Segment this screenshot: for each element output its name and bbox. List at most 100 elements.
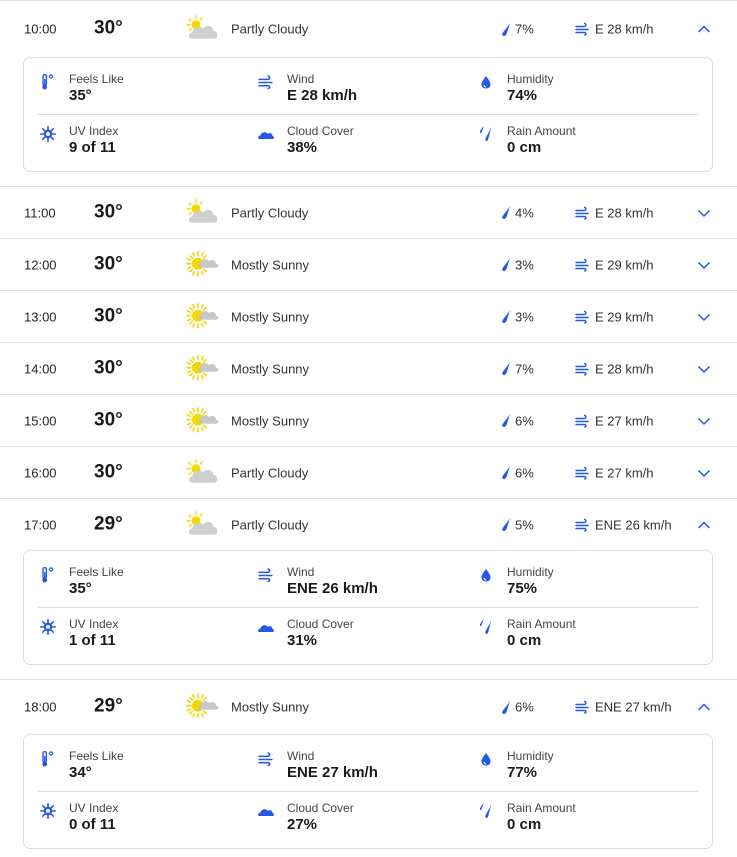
detail-value: 35° (69, 87, 92, 104)
detail-label: Wind (287, 565, 315, 579)
chevron-down-icon[interactable] (697, 312, 711, 322)
detail-rain-amount: Rain Amount 0 cm (478, 801, 678, 841)
detail-value: 0 cm (507, 632, 542, 649)
precipitation-value: 5% (515, 517, 534, 532)
wind-value: E 29 km/h (595, 309, 654, 324)
wind-summary: E 28 km/h (575, 361, 654, 376)
hour-row-toggle[interactable]: 16:00 30° Partly Cloudy 6% E 27 km/h (0, 447, 737, 498)
precipitation-chance: 7% (501, 22, 534, 37)
detail-value: ENE 27 km/h (287, 764, 378, 781)
detail-value: 75% (507, 580, 538, 597)
raindrop-icon (501, 518, 511, 532)
chevron-up-icon[interactable] (697, 24, 711, 34)
detail-label: Humidity (507, 749, 554, 763)
hour-row-toggle[interactable]: 15:00 30° Mostly Sunny 6% E 27 km/h (0, 395, 737, 446)
detail-humidity: Humidity 77% (478, 749, 678, 789)
wind-icon (575, 23, 590, 36)
hour-item-1400: 14:00 30° Mostly Sunny 7% E 28 km/h (0, 343, 737, 395)
hour-details-panel: Feels Like 35° Wind E 28 km/h Humidity 7… (23, 57, 713, 172)
detail-label: UV Index (69, 617, 119, 631)
wind-icon (575, 362, 590, 375)
raindrop-icon (501, 700, 511, 714)
mostly-sunny-icon (186, 302, 220, 328)
detail-uv-index: UV Index 1 of 11 (40, 617, 240, 657)
thermometer-icon (40, 74, 56, 90)
partly-cloudy-icon (186, 510, 220, 536)
rain-icon (478, 619, 494, 635)
hour-row-toggle[interactable]: 12:00 30° Mostly Sunny 3% E 29 km/h (0, 239, 737, 290)
detail-label: Feels Like (69, 565, 124, 579)
chevron-down-icon[interactable] (697, 260, 711, 270)
hour-temperature: 30° (94, 409, 123, 431)
wind-value: E 28 km/h (595, 361, 654, 376)
hour-temperature: 30° (94, 305, 123, 327)
detail-label: Feels Like (69, 72, 124, 86)
raindrop-icon (501, 258, 511, 272)
hour-details-panel: Feels Like 34° Wind ENE 27 km/h Humidity… (23, 734, 713, 849)
hour-condition: Partly Cloudy (231, 465, 309, 480)
chevron-down-icon[interactable] (697, 416, 711, 426)
wind-summary: E 27 km/h (575, 413, 654, 428)
thermometer-icon (40, 567, 56, 583)
detail-value: 35° (69, 580, 92, 597)
wind-summary: E 29 km/h (575, 309, 654, 324)
detail-cloud-cover: Cloud Cover 38% (258, 124, 458, 164)
wind-value: ENE 26 km/h (595, 517, 672, 532)
hour-row-toggle[interactable]: 13:00 30° Mostly Sunny 3% E 29 km/h (0, 291, 737, 342)
wind-value: E 29 km/h (595, 257, 654, 272)
precipitation-chance: 3% (501, 257, 534, 272)
precipitation-value: 3% (515, 309, 534, 324)
detail-cloud-cover: Cloud Cover 31% (258, 617, 458, 657)
detail-wind: Wind ENE 26 km/h (258, 565, 458, 605)
hour-item-1700: 17:00 29° Partly Cloudy 5% ENE 26 km/h F… (0, 499, 737, 680)
detail-feels-like: Feels Like 34° (40, 749, 240, 789)
wind-icon (258, 567, 274, 583)
hour-temperature: 29° (94, 513, 123, 535)
chevron-up-icon[interactable] (697, 520, 711, 530)
hour-row-toggle[interactable]: 14:00 30° Mostly Sunny 7% E 28 km/h (0, 343, 737, 394)
hour-item-1800: 18:00 29° Mostly Sunny 6% ENE 27 km/h Fe… (0, 680, 737, 857)
precipitation-value: 6% (515, 699, 534, 715)
cloud-icon (258, 803, 274, 819)
precipitation-chance: 6% (501, 700, 534, 715)
humidity-drop-icon (478, 751, 494, 767)
humidity-drop-icon (478, 74, 494, 90)
chevron-down-icon[interactable] (697, 208, 711, 218)
wind-value: E 27 km/h (595, 413, 654, 428)
chevron-up-icon[interactable] (697, 702, 711, 712)
hour-row-toggle[interactable]: 18:00 29° Mostly Sunny 6% ENE 27 km/h (0, 680, 737, 734)
detail-label: UV Index (69, 801, 119, 815)
mostly-sunny-icon (186, 693, 220, 719)
mostly-sunny-icon (186, 406, 220, 432)
detail-rain-amount: Rain Amount 0 cm (478, 124, 678, 164)
detail-label: Humidity (507, 72, 554, 86)
precipitation-chance: 7% (501, 361, 534, 376)
raindrop-icon (501, 414, 511, 428)
hour-row-toggle[interactable]: 17:00 29° Partly Cloudy 5% ENE 26 km/h (0, 499, 737, 550)
details-divider (38, 607, 699, 608)
detail-value: 74% (507, 87, 538, 104)
chevron-down-icon[interactable] (697, 468, 711, 478)
hour-time: 16:00 (24, 465, 57, 480)
hour-temperature: 30° (94, 201, 123, 223)
hour-time: 18:00 (24, 699, 57, 715)
precipitation-chance: 6% (501, 413, 534, 428)
hour-row-toggle[interactable]: 11:00 30° Partly Cloudy 4% E 28 km/h (0, 187, 737, 238)
precipitation-value: 7% (515, 361, 534, 376)
detail-value: 9 of 11 (69, 139, 116, 156)
detail-humidity: Humidity 74% (478, 72, 678, 112)
detail-label: Cloud Cover (287, 801, 354, 815)
precipitation-chance: 5% (501, 517, 534, 532)
rain-icon (478, 803, 494, 819)
raindrop-icon (501, 466, 511, 480)
chevron-down-icon[interactable] (697, 364, 711, 374)
detail-value: 34° (69, 764, 92, 781)
hour-row-toggle[interactable]: 10:00 30° Partly Cloudy 7% E 28 km/h (0, 1, 737, 57)
hourly-forecast-list: 10:00 30° Partly Cloudy 7% E 28 km/h Fee… (0, 0, 737, 857)
hour-item-1300: 13:00 30° Mostly Sunny 3% E 29 km/h (0, 291, 737, 343)
hour-time: 15:00 (24, 413, 57, 428)
detail-label: Rain Amount (507, 801, 576, 815)
detail-label: Wind (287, 72, 315, 86)
detail-label: UV Index (69, 124, 119, 138)
detail-value: 1 of 11 (69, 632, 116, 649)
